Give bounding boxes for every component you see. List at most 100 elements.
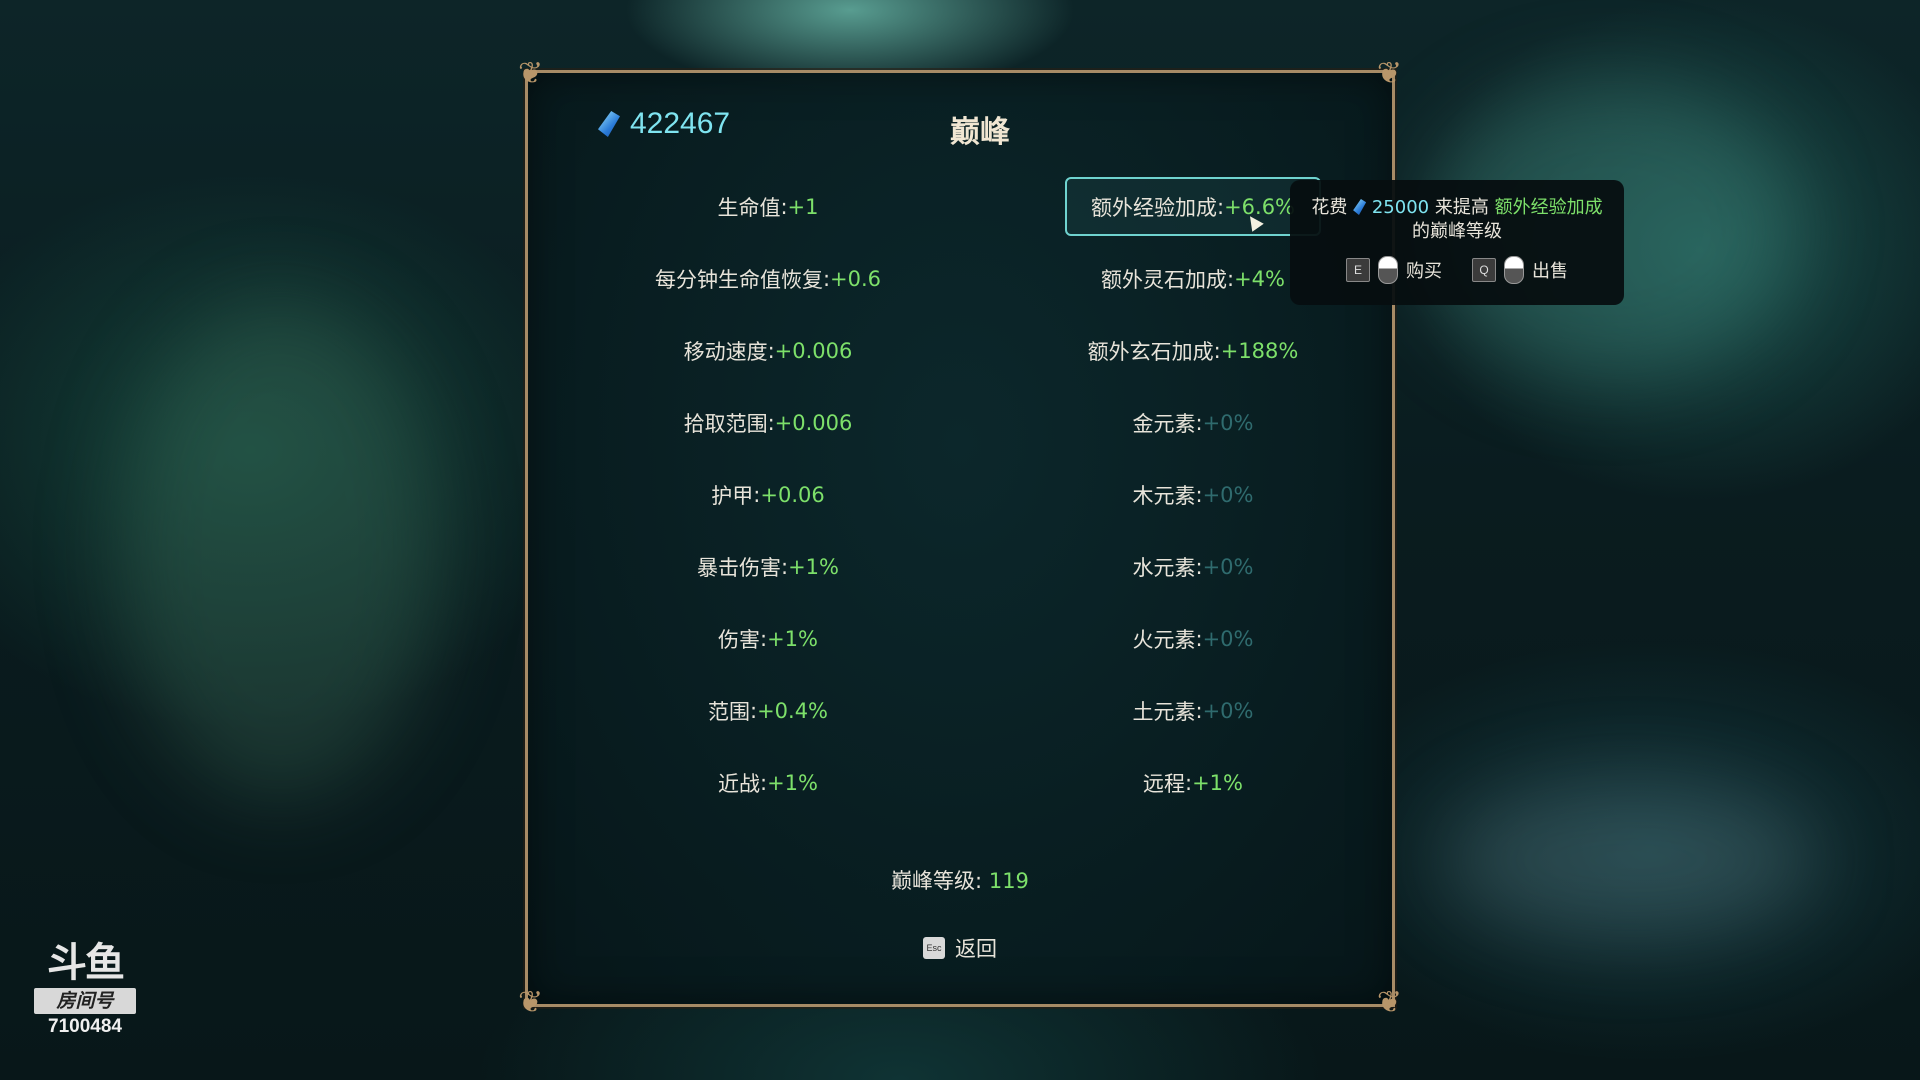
stat-value: +0.06 (760, 482, 825, 507)
stat-value: +1% (1192, 770, 1243, 795)
stat-label: 近战 (718, 771, 760, 796)
stat-value: +0% (1202, 554, 1254, 579)
stat-separator: : (1227, 266, 1235, 291)
stat-value: +0% (1202, 626, 1254, 651)
stat-value: +1 (787, 194, 819, 219)
left-stat-2[interactable]: 移动速度: +0.006 (608, 321, 928, 380)
stat-label: 额外经验加成 (1090, 195, 1217, 220)
right-stat-3[interactable]: 金元素: +0% (1033, 393, 1353, 452)
stat-separator: : (760, 626, 768, 651)
stat-value: +0% (1202, 482, 1254, 507)
stat-value: +1% (788, 554, 839, 579)
stat-separator: : (767, 410, 775, 435)
stat-separator: : (767, 338, 775, 363)
peak-level: 巅峰等级: 119 (528, 865, 1392, 895)
watermark-logo: 斗鱼 (47, 940, 125, 986)
tooltip-actions: E 购买 Q 出售 (1308, 256, 1606, 284)
stat-separator: : (1195, 626, 1203, 651)
e-key-icon: E (1346, 258, 1370, 282)
right-stat-5[interactable]: 水元素: +0% (1033, 537, 1353, 596)
background-blur (1440, 780, 1820, 940)
stat-value: +0.4% (757, 698, 829, 723)
stat-label: 土元素 (1132, 699, 1196, 724)
right-stat-0[interactable]: 额外经验加成: +6.6% (1065, 177, 1321, 236)
tooltip-suffix: 的巅峰等级 (1412, 221, 1502, 242)
stat-value: +0.6 (830, 266, 882, 291)
stat-separator: : (1216, 194, 1225, 219)
corner-ornament: ❦ (518, 985, 544, 1020)
stat-label: 范围 (707, 699, 750, 724)
stat-value: +0% (1202, 698, 1254, 723)
stat-label: 移动速度 (683, 339, 768, 364)
left-stat-4[interactable]: 护甲: +0.06 (608, 465, 928, 524)
right-stat-8[interactable]: 远程: +1% (1033, 753, 1353, 812)
stat-separator: : (760, 770, 768, 795)
left-mouse-icon (1378, 256, 1398, 284)
upgrade-tooltip: 花费 25000 来提高 额外经验加成 的巅峰等级 E 购买 Q 出售 (1290, 180, 1624, 305)
q-key-icon: Q (1472, 258, 1496, 282)
back-button[interactable]: Esc 返回 (528, 933, 1392, 963)
corner-ornament: ❦ (518, 56, 544, 91)
douyu-watermark: 斗鱼 房间号 7100484 (30, 940, 140, 1038)
peak-panel: ❦ ❦ ❦ ❦ 422467 巅峰 生命值: +1 每分钟生命值恢复: +0.6 移… (518, 59, 1402, 1018)
left-stat-1[interactable]: 每分钟生命值恢复: +0.6 (608, 249, 928, 308)
stat-separator: : (781, 554, 789, 579)
stat-label: 金元素 (1132, 411, 1196, 436)
stat-separator: : (1213, 338, 1221, 363)
tooltip-highlight: 额外经验加成 (1494, 197, 1603, 218)
corner-ornament: ❦ (1376, 985, 1402, 1020)
stat-label: 远程 (1143, 771, 1185, 796)
left-stat-5[interactable]: 暴击伤害: +1% (608, 537, 928, 596)
stat-separator: : (822, 266, 831, 291)
stat-separator: : (780, 194, 788, 219)
left-stat-0[interactable]: 生命值: +1 (608, 177, 928, 236)
stat-separator: : (1195, 554, 1203, 579)
stat-label: 木元素 (1132, 483, 1196, 508)
stat-separator: : (1185, 770, 1193, 795)
stat-label: 护甲 (711, 483, 754, 508)
right-mouse-icon (1504, 256, 1524, 284)
stat-label: 额外灵石加成 (1101, 267, 1227, 292)
esc-key-icon: Esc (923, 937, 945, 959)
stat-label: 水元素 (1132, 555, 1196, 580)
left-stats-column: 生命值: +1 每分钟生命值恢复: +0.6 移动速度: +0.006 拾取范围: +… (608, 177, 928, 825)
sell-action[interactable]: 出售 (1532, 257, 1568, 283)
left-stat-7[interactable]: 范围: +0.4% (608, 681, 928, 740)
stat-value: +0% (1202, 410, 1254, 435)
stat-separator: : (1195, 698, 1203, 723)
stat-value: +1% (767, 770, 818, 795)
stat-separator: : (1195, 482, 1203, 507)
back-label: 返回 (955, 937, 997, 961)
peak-level-value: 119 (988, 869, 1029, 893)
stat-value: +6.6% (1224, 194, 1296, 219)
tooltip-prefix: 花费 (1311, 197, 1348, 218)
left-stat-8[interactable]: 近战: +1% (608, 753, 928, 812)
stat-label: 每分钟生命值恢复 (654, 267, 823, 292)
stat-value: +0.006 (774, 410, 853, 435)
stat-value: +4% (1234, 266, 1285, 291)
stat-label: 拾取范围 (683, 411, 768, 436)
right-stat-4[interactable]: 木元素: +0% (1033, 465, 1353, 524)
right-stat-6[interactable]: 火元素: +0% (1033, 609, 1353, 668)
left-stat-6[interactable]: 伤害: +1% (608, 609, 928, 668)
stat-label: 额外玄石加成 (1087, 339, 1214, 364)
stat-label: 火元素 (1132, 627, 1196, 652)
stat-separator: : (749, 698, 758, 723)
right-stat-2[interactable]: 额外玄石加成: +188% (1033, 321, 1353, 380)
stat-label: 暴击伤害 (697, 555, 781, 580)
stat-label: 伤害 (718, 627, 760, 652)
stat-value: +0.006 (774, 338, 853, 363)
tooltip-description: 花费 25000 来提高 额外经验加成 的巅峰等级 (1308, 196, 1606, 244)
left-stat-3[interactable]: 拾取范围: +0.006 (608, 393, 928, 452)
tooltip-middle: 来提高 (1434, 197, 1489, 218)
peak-level-label: 巅峰等级: (891, 869, 989, 893)
background-blur (120, 300, 440, 800)
stat-value: +188% (1220, 338, 1299, 363)
right-stat-7[interactable]: 土元素: +0% (1033, 681, 1353, 740)
corner-ornament: ❦ (1376, 56, 1402, 91)
buy-action[interactable]: 购买 (1406, 257, 1442, 283)
page-title: 巅峰 (950, 115, 1010, 150)
stat-separator: : (1195, 410, 1203, 435)
blue-gem-icon (1353, 199, 1367, 215)
stat-label: 生命值 (717, 195, 781, 220)
